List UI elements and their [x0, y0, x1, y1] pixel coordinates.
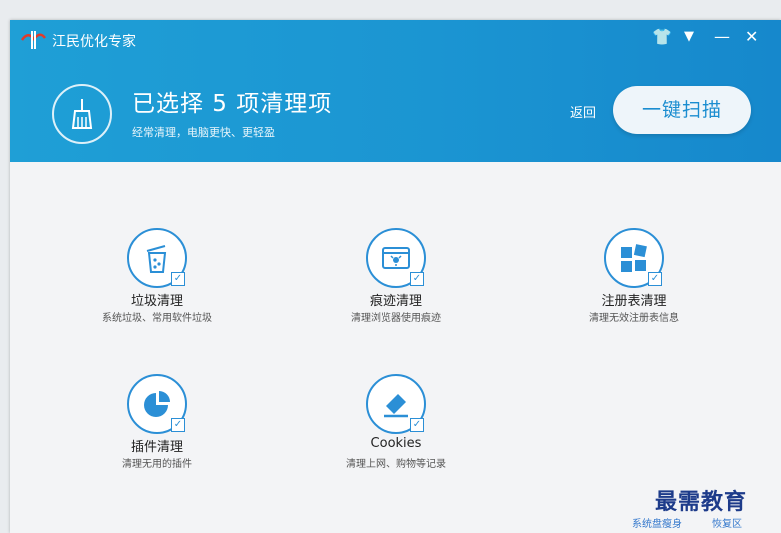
item-title: 痕迹清理 — [369, 294, 422, 309]
title-bar: 江民优化专家 👕 ▼ — ✕ — [10, 20, 781, 56]
item-desc: 清理浏览器使用痕迹 — [351, 313, 441, 324]
item-desc: 清理上网、购物等记录 — [346, 459, 446, 470]
minimize-button[interactable]: — — [714, 27, 730, 46]
app-window: 江民优化专家 👕 ▼ — ✕ 已选择 5 项清理项 经常清理，电脑更快、更轻盈 … — [10, 20, 781, 533]
item-title: 垃圾清理 — [130, 294, 183, 309]
system-disk-slim-link[interactable]: 系统盘瘦身 — [632, 515, 682, 530]
recovery-area-link[interactable]: 恢复区 — [712, 515, 742, 530]
item-desc: 系统垃圾、常用软件垃圾 — [102, 313, 212, 324]
item-desc: 清理无效注册表信息 — [589, 313, 679, 324]
broom-icon — [52, 84, 112, 144]
selection-subline: 经常清理，电脑更快、更轻盈 — [132, 126, 275, 139]
item-title: 注册表清理 — [601, 294, 667, 309]
item-desc: 清理无用的插件 — [122, 459, 192, 470]
checkbox-plugin[interactable]: ✓ — [171, 418, 185, 432]
menu-icon[interactable]: ▼ — [684, 29, 694, 44]
header-banner: 江民优化专家 👕 ▼ — ✕ 已选择 5 项清理项 经常清理，电脑更快、更轻盈 … — [10, 20, 781, 162]
item-title: 插件清理 — [130, 440, 183, 455]
checkbox-junk[interactable]: ✓ — [171, 272, 185, 286]
back-link[interactable]: 返回 — [570, 102, 596, 121]
watermark-text: 最需教育 — [655, 489, 748, 515]
app-title: 江民优化专家 — [52, 34, 136, 50]
close-button[interactable]: ✕ — [745, 27, 758, 46]
checkbox-cookies[interactable]: ✓ — [410, 418, 424, 432]
one-click-scan-button[interactable]: 一键扫描 — [613, 86, 751, 134]
checkbox-registry[interactable]: ✓ — [648, 272, 662, 286]
skin-icon[interactable]: 👕 — [652, 27, 672, 46]
item-title: Cookies — [370, 436, 422, 451]
app-logo-icon — [20, 31, 46, 49]
checkbox-trace[interactable]: ✓ — [410, 272, 424, 286]
selection-headline: 已选择 5 项清理项 — [132, 91, 333, 117]
